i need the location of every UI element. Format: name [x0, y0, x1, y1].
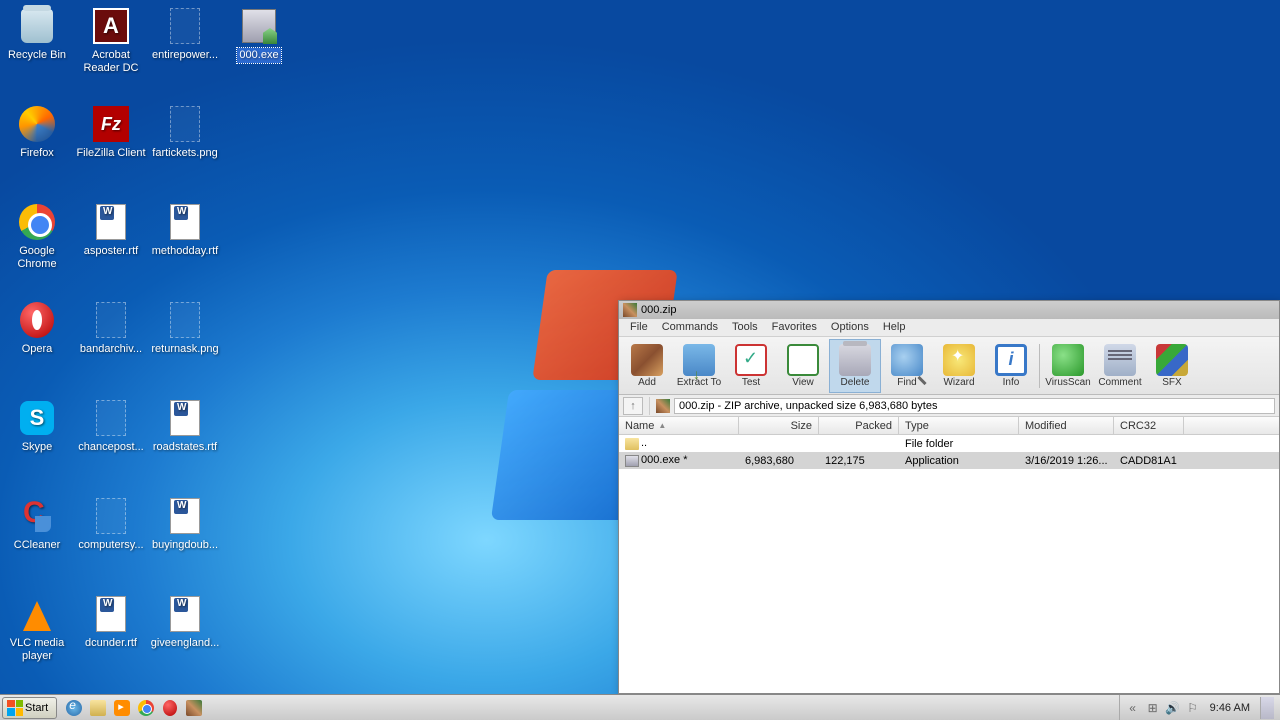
desktop-icon-chrome[interactable]: Google Chrome	[0, 202, 74, 272]
desktop-icon-chancepost[interactable]: chancepost...	[74, 398, 148, 455]
toolbar-find-button[interactable]: Find	[881, 339, 933, 393]
virus-icon	[1052, 344, 1084, 376]
find-icon	[891, 344, 923, 376]
ql-winrar[interactable]	[183, 697, 205, 719]
menu-tools[interactable]: Tools	[725, 319, 765, 336]
toolbar-info-button[interactable]: iInfo	[985, 339, 1037, 393]
desktop-icon-opera[interactable]: Opera	[0, 300, 74, 357]
col-header-type[interactable]: Type	[899, 417, 1019, 434]
folder-icon	[625, 438, 639, 450]
tray-network-icon[interactable]: ⊞	[1146, 701, 1160, 715]
wizard-icon	[943, 344, 975, 376]
ql-opera[interactable]	[159, 697, 181, 719]
opera-icon	[163, 700, 177, 716]
col-header-size[interactable]: Size	[739, 417, 819, 434]
desktop-icon-000exe[interactable]: 000.exe	[222, 6, 296, 63]
view-icon	[787, 344, 819, 376]
show-desktop-button[interactable]	[1260, 697, 1274, 719]
desktop-icon-returnask[interactable]: returnask.png	[148, 300, 222, 357]
ql-chrome[interactable]	[135, 697, 157, 719]
menubar: File Commands Tools Favorites Options He…	[619, 319, 1279, 337]
menu-help[interactable]: Help	[876, 319, 913, 336]
desktop-icon-acrobat[interactable]: AAcrobat Reader DC	[74, 6, 148, 76]
desktop-icon-fartickets[interactable]: fartickets.png	[148, 104, 222, 161]
windows-logo-icon	[7, 700, 23, 716]
tray-volume-icon[interactable]: 🔊	[1166, 701, 1180, 715]
exe-icon	[625, 455, 639, 467]
comment-icon	[1104, 344, 1136, 376]
toolbar-test-button[interactable]: Test	[725, 339, 777, 393]
toolbar-extract-button[interactable]: Extract To	[673, 339, 725, 393]
toolbar-separator	[1039, 344, 1040, 388]
ql-wmp[interactable]	[111, 697, 133, 719]
col-header-modified[interactable]: Modified	[1019, 417, 1114, 434]
desktop-icon-ccleaner[interactable]: CCleaner	[0, 496, 74, 553]
menu-commands[interactable]: Commands	[655, 319, 725, 336]
add-icon	[631, 344, 663, 376]
clock[interactable]: 9:46 AM	[1206, 702, 1254, 714]
menu-options[interactable]: Options	[824, 319, 876, 336]
menu-favorites[interactable]: Favorites	[765, 319, 824, 336]
explorer-icon	[90, 700, 106, 716]
tray-flag-icon[interactable]: ⚐	[1186, 701, 1200, 715]
toolbar-add-button[interactable]: Add	[621, 339, 673, 393]
desktop-icon-vlc[interactable]: VLC media player	[0, 594, 74, 664]
menu-file[interactable]: File	[623, 319, 655, 336]
sfx-icon	[1156, 344, 1188, 376]
delete-icon	[839, 344, 871, 376]
sort-asc-icon: ▲	[658, 421, 666, 430]
chrome-icon	[138, 700, 154, 716]
ql-ie[interactable]	[63, 697, 85, 719]
toolbar-wizard-button[interactable]: Wizard	[933, 339, 985, 393]
toolbar-delete-button[interactable]: Delete	[829, 339, 881, 393]
window-title: 000.zip	[641, 304, 676, 316]
desktop-icon-filezilla[interactable]: FzFileZilla Client	[74, 104, 148, 161]
app-icon	[623, 303, 637, 317]
extract-icon	[683, 344, 715, 376]
desktop-icon-giveengland[interactable]: giveengland...	[148, 594, 222, 651]
list-header: Name▲ Size Packed Type Modified CRC32	[619, 417, 1279, 435]
up-arrow-icon: ↑	[630, 400, 636, 412]
winrar-window[interactable]: 000.zip File Commands Tools Favorites Op…	[618, 300, 1280, 694]
info-icon: i	[995, 344, 1027, 376]
toolbar-comment-button[interactable]: Comment	[1094, 339, 1146, 393]
toolbar: Add Extract To Test View Delete Find Wiz…	[619, 337, 1279, 395]
tray-expand-button[interactable]: «	[1126, 701, 1140, 715]
ql-explorer[interactable]	[87, 697, 109, 719]
desktop-icon-firefox[interactable]: Firefox	[0, 104, 74, 161]
address-bar: ↑ 000.zip - ZIP archive, unpacked size 6…	[619, 395, 1279, 417]
winrar-icon	[186, 700, 202, 716]
desktop-icon-entirepower[interactable]: entirepower...	[148, 6, 222, 63]
archive-icon	[656, 399, 670, 413]
desktop-icon-skype[interactable]: SSkype	[0, 398, 74, 455]
col-header-packed[interactable]: Packed	[819, 417, 899, 434]
test-icon	[735, 344, 767, 376]
list-row-parent[interactable]: .. File folder	[619, 435, 1279, 452]
desktop-icon-computersy[interactable]: computersy...	[74, 496, 148, 553]
desktop-icon-bandarchiv[interactable]: bandarchiv...	[74, 300, 148, 357]
toolbar-view-button[interactable]: View	[777, 339, 829, 393]
col-header-crc32[interactable]: CRC32	[1114, 417, 1184, 434]
desktop-icon-dcunder[interactable]: dcunder.rtf	[74, 594, 148, 651]
start-button[interactable]: Start	[2, 697, 57, 719]
up-button[interactable]: ↑	[623, 397, 643, 415]
desktop-icon-asposter[interactable]: asposter.rtf	[74, 202, 148, 259]
play-icon: ▷	[1160, 651, 1188, 679]
system-tray: « ⊞ 🔊 ⚐ 9:46 AM	[1119, 695, 1280, 720]
desktop-icon-methodday[interactable]: methodday.rtf	[148, 202, 222, 259]
toolbar-sfx-button[interactable]: SFX	[1146, 339, 1198, 393]
watermark: ANY ▷ RUN	[1092, 649, 1258, 680]
toolbar-virusscan-button[interactable]: VirusScan	[1042, 339, 1094, 393]
list-row-000exe[interactable]: 000.exe * 6,983,680 122,175 Application …	[619, 452, 1279, 469]
col-header-name[interactable]: Name▲	[619, 417, 739, 434]
desktop-icon-recycle-bin[interactable]: Recycle Bin	[0, 6, 74, 63]
desktop-icon-roadstates[interactable]: roadstates.rtf	[148, 398, 222, 455]
media-player-icon	[114, 700, 130, 716]
quick-launch	[63, 697, 205, 719]
titlebar[interactable]: 000.zip	[619, 301, 1279, 319]
address-text[interactable]: 000.zip - ZIP archive, unpacked size 6,9…	[674, 398, 1275, 414]
taskbar[interactable]: Start « ⊞ 🔊 ⚐ 9:46 AM	[0, 694, 1280, 720]
desktop-icon-buyingdoub[interactable]: buyingdoub...	[148, 496, 222, 553]
ie-icon	[66, 700, 82, 716]
